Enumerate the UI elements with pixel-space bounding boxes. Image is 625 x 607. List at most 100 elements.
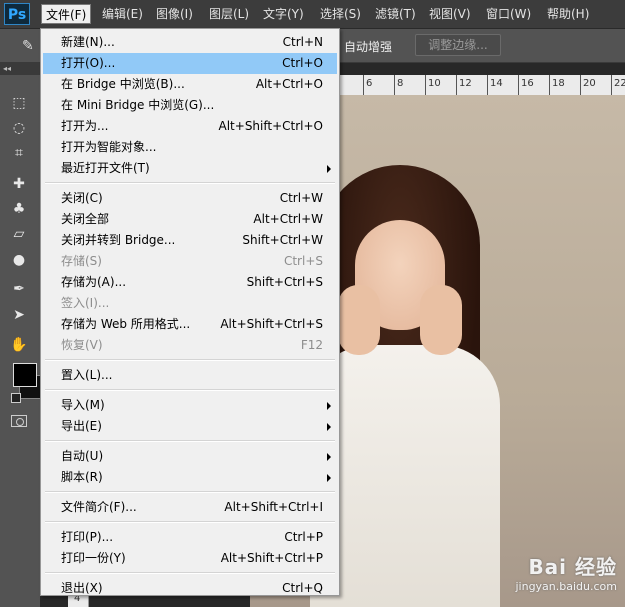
- file-menu-item-11: 存储(S) Ctrl+S: [43, 251, 337, 272]
- ruler-tick: [363, 75, 364, 95]
- menu-item-label: 在 Mini Bridge 中浏览(G)...: [61, 98, 215, 112]
- menu-item-shortcut: Shift+Ctrl+W: [242, 233, 323, 247]
- foreground-color-swatch[interactable]: [13, 363, 37, 387]
- menu-bar: Ps 文件(F) 编辑(E) 图像(I) 图层(L) 文字(Y) 选择(S) 滤…: [0, 0, 625, 29]
- file-menu-item-5[interactable]: 打开为智能对象...: [43, 137, 337, 158]
- menu-item-shortcut: Alt+Ctrl+O: [255, 77, 323, 91]
- menu-select[interactable]: 选择(S): [316, 4, 365, 24]
- eraser-icon[interactable]: ▱: [8, 224, 30, 244]
- file-menu-item-0[interactable]: 新建(N)... Ctrl+N: [43, 32, 337, 53]
- clone-stamp-icon[interactable]: ♣: [8, 199, 30, 219]
- file-menu-item-20[interactable]: 导出(E): [43, 416, 337, 437]
- pen-icon[interactable]: ✒: [8, 279, 30, 299]
- file-menu-dropdown: 新建(N)... Ctrl+N 打开(O)... Ctrl+O 在 Bridge 中浏览…: [40, 28, 340, 596]
- menu-filter[interactable]: 滤镜(T): [371, 4, 420, 24]
- submenu-arrow-icon: [327, 453, 331, 461]
- crop-icon[interactable]: ⌗: [8, 143, 30, 163]
- menu-separator: [45, 359, 335, 361]
- menu-item-label: 存储为(A)...: [61, 275, 127, 289]
- file-menu-item-17[interactable]: 置入(L)...: [43, 365, 337, 386]
- file-menu-item-14[interactable]: 存储为 Web 所用格式... Alt+Shift+Ctrl+S: [43, 314, 337, 335]
- file-menu-item-3[interactable]: 在 Mini Bridge 中浏览(G)...: [43, 95, 337, 116]
- hand-icon[interactable]: ✋: [8, 335, 30, 355]
- menu-separator: [45, 389, 335, 391]
- ruler-tick: [425, 75, 426, 95]
- menu-edit[interactable]: 编辑(E): [98, 4, 147, 24]
- file-menu-item-23[interactable]: 脚本(R): [43, 467, 337, 488]
- menu-item-label: 存储为 Web 所用格式...: [61, 317, 191, 331]
- menu-item-label: 退出(X): [61, 581, 103, 595]
- submenu-arrow-icon: [327, 402, 331, 410]
- menu-item-shortcut: Alt+Shift+Ctrl+P: [220, 551, 323, 565]
- menu-item-shortcut: Alt+Shift+Ctrl+I: [224, 500, 323, 514]
- menu-item-label: 打开为智能对象...: [61, 140, 157, 154]
- file-menu-item-30[interactable]: 退出(X) Ctrl+Q: [43, 578, 337, 599]
- quick-selection-brush-icon[interactable]: ✎: [22, 38, 34, 54]
- menu-item-shortcut: Ctrl+W: [279, 191, 323, 205]
- menu-item-label: 关闭全部: [61, 212, 110, 226]
- menu-separator: [45, 572, 335, 574]
- path-selection-icon[interactable]: ➤: [8, 305, 30, 325]
- menu-item-label: 自动(U): [61, 449, 104, 463]
- menu-item-label: 文件简介(F)...: [61, 500, 137, 514]
- menu-item-label: 签入(I)...: [61, 296, 110, 310]
- menu-item-label: 打印(P)...: [61, 530, 114, 544]
- file-menu-item-15: 恢复(V) F12: [43, 335, 337, 356]
- menu-item-shortcut: Ctrl+S: [283, 254, 323, 268]
- menu-image[interactable]: 图像(I): [152, 4, 197, 24]
- menu-item-label: 关闭(C): [61, 191, 103, 205]
- watermark-logo: Bai 经验: [528, 555, 617, 579]
- menu-view[interactable]: 视图(V): [425, 4, 475, 24]
- submenu-arrow-icon: [327, 474, 331, 482]
- panel-collapse-strip[interactable]: ◂◂: [0, 63, 43, 75]
- file-menu-item-4[interactable]: 打开为... Alt+Shift+Ctrl+O: [43, 116, 337, 137]
- menu-layer[interactable]: 图层(L): [205, 4, 253, 24]
- menu-item-label: 置入(L)...: [61, 368, 113, 382]
- file-menu-item-13: 签入(I)...: [43, 293, 337, 314]
- menu-item-label: 关闭并转到 Bridge...: [61, 233, 176, 247]
- refine-edge-button[interactable]: 调整边缘...: [415, 34, 501, 56]
- file-menu-item-10[interactable]: 关闭并转到 Bridge... Shift+Ctrl+W: [43, 230, 337, 251]
- ruler-tick: [580, 75, 581, 95]
- photo-hand-left: [338, 285, 380, 355]
- menu-item-label: 打印一份(Y): [61, 551, 126, 565]
- ruler-tick: [549, 75, 550, 95]
- file-menu-item-12[interactable]: 存储为(A)... Shift+Ctrl+S: [43, 272, 337, 293]
- file-menu-item-19[interactable]: 导入(M): [43, 395, 337, 416]
- quick-mask-icon[interactable]: [11, 415, 27, 427]
- menu-item-label: 存储(S): [61, 254, 102, 268]
- menu-item-label: 导出(E): [61, 419, 102, 433]
- auto-enhance-label[interactable]: 自动增强: [344, 38, 392, 55]
- menu-type[interactable]: 文字(Y): [259, 4, 308, 24]
- lasso-icon[interactable]: ◌: [8, 118, 30, 138]
- menu-file[interactable]: 文件(F): [41, 4, 92, 24]
- menu-item-label: 新建(N)...: [61, 35, 115, 49]
- menu-item-label: 恢复(V): [61, 338, 103, 352]
- menu-window[interactable]: 窗口(W): [482, 4, 535, 24]
- menu-item-label: 打开(O)...: [61, 56, 116, 70]
- file-menu-item-28[interactable]: 打印一份(Y) Alt+Shift+Ctrl+P: [43, 548, 337, 569]
- submenu-arrow-icon: [327, 165, 331, 173]
- file-menu-item-9[interactable]: 关闭全部 Alt+Ctrl+W: [43, 209, 337, 230]
- file-menu-item-27[interactable]: 打印(P)... Ctrl+P: [43, 527, 337, 548]
- blur-drop-icon[interactable]: ●: [8, 250, 30, 270]
- file-menu-item-2[interactable]: 在 Bridge 中浏览(B)... Alt+Ctrl+O: [43, 74, 337, 95]
- file-menu-item-1[interactable]: 打开(O)... Ctrl+O: [43, 53, 337, 74]
- ruler-tick: [456, 75, 457, 95]
- ruler-tick-label: 8: [397, 78, 404, 89]
- file-menu-item-22[interactable]: 自动(U): [43, 446, 337, 467]
- ruler-tick: [518, 75, 519, 95]
- menu-separator: [45, 182, 335, 184]
- file-menu-item-8[interactable]: 关闭(C) Ctrl+W: [43, 188, 337, 209]
- healing-brush-icon[interactable]: ✚: [8, 174, 30, 194]
- marquee-icon[interactable]: ⬚: [8, 93, 30, 113]
- ruler-tick: [487, 75, 488, 95]
- default-colors-icon[interactable]: [11, 393, 21, 403]
- file-menu-item-6[interactable]: 最近打开文件(T): [43, 158, 337, 179]
- ruler-tick-label: 18: [552, 78, 565, 89]
- menu-help[interactable]: 帮助(H): [543, 4, 593, 24]
- menu-item-shortcut: Alt+Shift+Ctrl+S: [220, 317, 323, 331]
- file-menu-item-25[interactable]: 文件简介(F)... Alt+Shift+Ctrl+I: [43, 497, 337, 518]
- photoshop-logo-icon: Ps: [4, 3, 30, 25]
- menu-item-label: 打开为...: [61, 119, 109, 133]
